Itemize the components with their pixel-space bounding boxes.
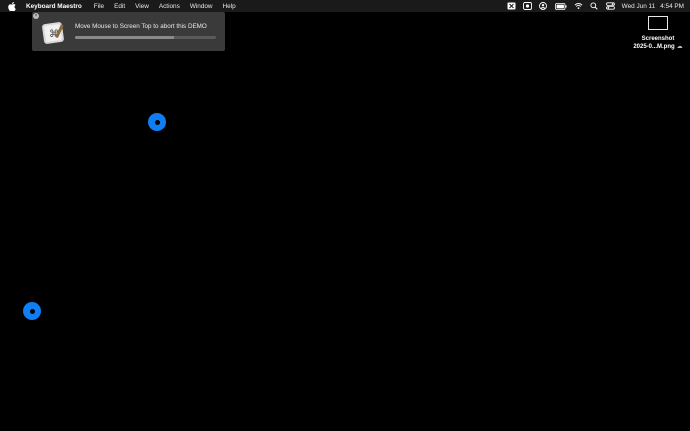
- progress-fill: [75, 36, 174, 39]
- close-icon[interactable]: ×: [33, 13, 39, 19]
- wifi-icon[interactable]: [574, 2, 583, 10]
- menu-view[interactable]: View: [135, 3, 149, 10]
- file-name-line2-text: 2025-0...M.png: [633, 44, 675, 50]
- demo-progress-bar: [75, 36, 216, 39]
- clock-time: 4:54 PM: [660, 2, 684, 10]
- record-icon[interactable]: [522, 2, 532, 10]
- menu-window[interactable]: Window: [190, 3, 213, 10]
- icloud-icon: ☁: [676, 44, 683, 50]
- marker-center: [29, 308, 35, 314]
- keyboard-maestro-status-icon[interactable]: [507, 2, 516, 10]
- menu-edit[interactable]: Edit: [114, 3, 125, 10]
- file-name-line1: Screenshot: [641, 36, 675, 42]
- battery-icon[interactable]: [554, 2, 567, 10]
- mouse-click-marker: [148, 113, 166, 131]
- menu-bar: Keyboard Maestro File Edit View Actions …: [0, 0, 690, 12]
- menu-bar-right: Wed Jun 11 4:54 PM: [507, 2, 684, 10]
- menu-app-name[interactable]: Keyboard Maestro: [26, 3, 82, 10]
- menu-bar-left: Keyboard Maestro File Edit View Actions …: [8, 1, 246, 11]
- apple-menu-icon[interactable]: [8, 1, 16, 11]
- menu-actions[interactable]: Actions: [159, 3, 180, 10]
- notification-message: Move Mouse to Screen Top to abort this D…: [75, 23, 207, 30]
- menu-clock[interactable]: Wed Jun 11 4:54 PM: [622, 3, 684, 10]
- demo-notification: × ⌘ Move Mouse to Screen Top to abort th…: [32, 12, 225, 51]
- desktop-file-screenshot[interactable]: Screenshot 2025-0...M.png ☁: [626, 16, 690, 51]
- clock-date: Wed Jun 11: [621, 2, 656, 10]
- marker-center: [154, 119, 160, 125]
- menu-file[interactable]: File: [94, 3, 104, 10]
- search-icon[interactable]: [590, 2, 599, 10]
- control-center-icon[interactable]: [605, 2, 615, 10]
- mouse-click-marker: [23, 302, 41, 320]
- user-icon[interactable]: [539, 2, 548, 10]
- file-name-line2: 2025-0...M.png ☁: [626, 43, 690, 51]
- menu-help[interactable]: Help: [223, 3, 236, 10]
- keyboard-maestro-icon: ⌘: [41, 20, 66, 45]
- file-thumbnail: [648, 16, 668, 30]
